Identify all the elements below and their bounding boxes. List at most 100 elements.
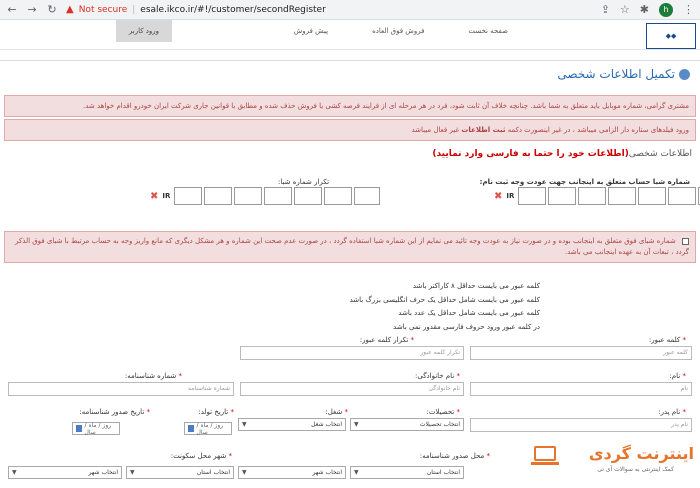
issue-date-label: * تاریخ صدور شناسنامه:	[79, 408, 150, 416]
sheba-repeat-segment-input[interactable]	[174, 187, 203, 205]
password-rule: کلمه عبور می بایست حداقل ۸ کاراکتر باشد	[412, 282, 540, 290]
laptop-base-icon	[531, 462, 559, 465]
password-repeat-input[interactable]: تکرار کلمه عبور	[240, 346, 464, 360]
menu-icon[interactable]: ⋮	[683, 3, 694, 16]
birth-date-label: * تاریخ تولد:	[198, 408, 234, 416]
issue-date-input[interactable]: روز / ماه / سال	[72, 422, 120, 436]
required-alert-post: غیر فعال میباشد	[411, 126, 460, 134]
sheba-segment-input[interactable]	[668, 187, 697, 205]
job-label: * شغل:	[325, 408, 348, 416]
invalid-x-icon: ✖	[494, 190, 503, 202]
password-rule: در کلمه عبور ورود حروف فارسی مقدور نمی ب…	[393, 322, 540, 331]
consent-text: شماره شبای فوق متعلق به اینجانب بوده و د…	[15, 237, 689, 256]
address-separator: |	[132, 4, 136, 15]
invalid-x-icon: ✖	[150, 190, 159, 202]
address-bar[interactable]: ▲ Not secure | esale.ikco.ir/#!/customer…	[66, 2, 593, 18]
password-input[interactable]: کلمه عبور	[470, 346, 692, 360]
share-icon[interactable]: ⇪	[601, 3, 610, 16]
sheba-segment-input[interactable]	[608, 187, 637, 205]
consent-checkbox[interactable]	[682, 237, 689, 245]
chevron-down-icon: ▼	[242, 469, 247, 476]
sheba-prefix: IR	[506, 192, 515, 200]
issue-province-select[interactable]: انتخاب استان ▼	[350, 466, 464, 479]
first-name-input[interactable]: نام	[470, 382, 692, 396]
education-select[interactable]: انتخاب تحصیلات ▼	[350, 418, 464, 431]
panel-header: تکمیل اطلاعات شخصی	[557, 67, 690, 81]
section-heading: اطلاعات شخصی(اطلاعات خود را حتما به فارس…	[432, 149, 692, 159]
logo-mark-icon: ◆◆	[665, 32, 677, 40]
required-alert-bold: ثبت اطلاعات	[461, 126, 506, 134]
browser-toolbar: ← → ↻ ▲ Not secure | esale.ikco.ir/#!/cu…	[0, 0, 700, 20]
password-rule: کلمه عبور می بایست شامل حداقل یک عدد باش…	[398, 309, 540, 317]
watermark-tagline: کمک اینترنتی به سوالات آی تی	[597, 466, 674, 473]
password-repeat-label: * تکرار کلمه عبور:	[359, 336, 414, 344]
site-header: ورود کاربر صفحه نخست فروش فوق العاده پیش…	[0, 20, 700, 50]
sheba-consent-alert: شماره شبای فوق متعلق به اینجانب بوده و د…	[4, 231, 696, 263]
personal-info-panel: تکمیل اطلاعات شخصی مشتری گرامی، شماره مو…	[0, 60, 700, 488]
first-name-label: * نام:	[669, 372, 686, 380]
ikco-logo[interactable]: ◆◆	[646, 23, 696, 49]
sheba-repeat-segment-input[interactable]	[234, 187, 263, 205]
security-status: Not secure	[78, 4, 128, 15]
sheba-segment-input[interactable]	[518, 187, 547, 205]
login-button[interactable]: ورود کاربر	[116, 20, 172, 42]
nav-item-special-sale[interactable]: فروش فوق العاده	[350, 20, 446, 42]
laptop-icon	[534, 446, 556, 461]
back-icon[interactable]: ←	[6, 3, 18, 16]
password-rule: کلمه عبور می بایست شامل حداقل یک حرف انگ…	[349, 295, 540, 304]
birth-date-input[interactable]: روز / ماه / سال	[184, 422, 232, 436]
res-city-select[interactable]: انتخاب شهر ▼	[8, 466, 122, 479]
required-alert-pre: ورود فیلدهای ستاره دار الزامی میباشد ، د…	[507, 126, 689, 134]
father-name-input[interactable]: نام پدر	[470, 418, 692, 432]
forward-icon[interactable]: →	[26, 3, 38, 16]
nav-item-presale[interactable]: پیش فروش	[272, 20, 350, 42]
avatar[interactable]: h	[659, 2, 673, 17]
sheba-repeat-segment-input[interactable]	[294, 187, 323, 205]
reload-icon[interactable]: ↻	[46, 3, 58, 16]
res-province-select[interactable]: انتخاب استان ▼	[126, 466, 234, 479]
mobile-warning-text: مشتری گرامی، شماره موبایل باید متعلق به …	[82, 102, 689, 110]
star-icon[interactable]: ☆	[620, 3, 630, 16]
sheba-repeat-segment-input[interactable]	[324, 187, 353, 205]
sheba-repeat-prefix: IR	[162, 192, 171, 200]
site-watermark: اینترنت گردی کمک اینترنتی به سوالات آی ت…	[531, 438, 698, 480]
issue-city-select[interactable]: انتخاب شهر ▼	[238, 466, 346, 479]
chevron-down-icon: ▼	[354, 421, 359, 428]
url-text: esale.ikco.ir/#!/customer/secondRegister	[140, 4, 326, 15]
extensions-icon[interactable]: ✱	[640, 3, 649, 16]
id-number-input[interactable]: شماره شناسنامه	[8, 382, 234, 396]
job-select[interactable]: انتخاب شغل ▼	[238, 418, 346, 431]
chevron-down-icon: ▼	[242, 421, 247, 428]
father-name-label: * نام پدر:	[658, 408, 686, 416]
chevron-down-icon: ▼	[12, 469, 17, 476]
issue-place-label: * محل صدور شناسنامه:	[419, 452, 490, 460]
watermark-brand: اینترنت گردی	[588, 444, 694, 463]
sheba-input-group: ✖ IR	[494, 187, 700, 205]
nav-item-home[interactable]: صفحه نخست	[446, 20, 530, 42]
last-name-input[interactable]: نام خانوادگی	[240, 382, 464, 396]
mobile-warning-alert: مشتری گرامی، شماره موبایل باید متعلق به …	[4, 95, 696, 117]
sheba-repeat-segment-input[interactable]	[264, 187, 293, 205]
warning-icon: ▲	[66, 4, 74, 15]
section-prefix: اطلاعات شخصی	[628, 149, 692, 159]
sheba-segment-input[interactable]	[578, 187, 607, 205]
main-nav: صفحه نخست فروش فوق العاده پیش فروش	[272, 20, 530, 42]
id-number-label: * شماره شناسنامه:	[124, 372, 182, 380]
section-highlight: (اطلاعات خود را حتما به فارسی وارد نمایی…	[432, 149, 629, 159]
sheba-segment-input[interactable]	[638, 187, 667, 205]
sheba-segment-input[interactable]	[548, 187, 577, 205]
password-label: * کلمه عبور:	[648, 336, 686, 344]
chevron-down-icon: ▼	[130, 469, 135, 476]
sheba-repeat-segment-input[interactable]	[354, 187, 381, 205]
chevron-down-icon: ▼	[354, 469, 359, 476]
calendar-icon	[188, 425, 194, 432]
required-fields-alert: ورود فیلدهای ستاره دار الزامی میباشد ، د…	[4, 119, 696, 141]
password-rules: کلمه عبور می بایست حداقل ۸ کاراکتر باشد …	[240, 280, 540, 334]
sheba-repeat-label: تکرار شماره شبا:	[278, 178, 330, 186]
education-label: * تحصیلات:	[426, 408, 460, 416]
residence-label: * شهر محل سکونت:	[170, 452, 232, 460]
sheba-repeat-segment-input[interactable]	[204, 187, 233, 205]
page-title: تکمیل اطلاعات شخصی	[557, 67, 675, 81]
last-name-label: * نام خانوادگی:	[415, 372, 460, 380]
calendar-icon	[76, 425, 82, 432]
